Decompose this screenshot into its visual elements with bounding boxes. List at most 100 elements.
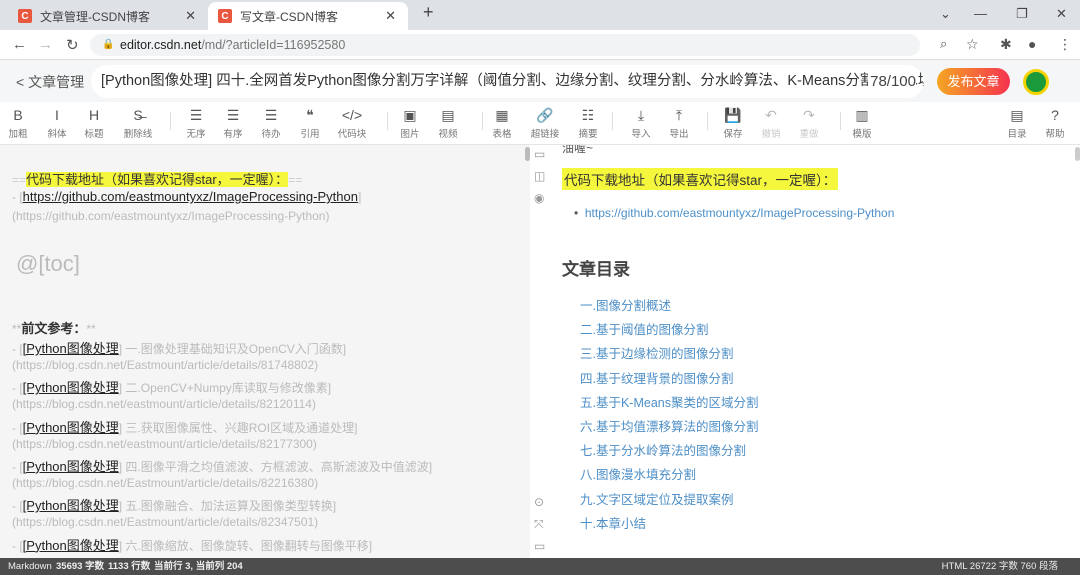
ref-title: ] 二.OpenCV+Numpy库读取与修改像素]: [118, 381, 332, 396]
toc-toggle-icon[interactable]: ▭: [534, 539, 545, 553]
toolbar-label: 无序: [186, 129, 206, 140]
toc-item[interactable]: 八.图像漫水填充分割: [580, 464, 696, 483]
ref-tag[interactable]: [Python图像处理: [23, 341, 119, 356]
reload-icon[interactable]: ↻: [66, 36, 79, 54]
toolbar-button-19[interactable]: ▥ 模版: [842, 106, 882, 140]
toolbar-label: 保存: [723, 129, 743, 140]
toc-item[interactable]: 三.基于边缘检测的图像分割: [580, 343, 733, 362]
github-link-text[interactable]: https://github.com/eastmountyxz/ImagePro…: [23, 189, 358, 204]
toolbar-button-14[interactable]: ⤓ 导入: [621, 106, 661, 140]
extensions-icon[interactable]: ✱: [1000, 36, 1012, 53]
close-tab-icon[interactable]: ✕: [185, 8, 196, 24]
split-view-icon[interactable]: ◫: [534, 169, 545, 183]
toolbar-button-0[interactable]: B 加粗: [0, 106, 38, 140]
toolbar-icon: ☰: [264, 107, 278, 123]
fullscreen-icon[interactable]: ⤧: [534, 517, 544, 532]
status-cursor: 当前行 3, 当前列 204: [154, 561, 243, 572]
tab-title: 写文章-CSDN博客: [240, 9, 338, 24]
maximize-icon[interactable]: ❐: [1016, 6, 1028, 22]
toolbar-button-7[interactable]: ❝ 引用: [290, 106, 330, 140]
toolbar-label: 撤销: [761, 129, 781, 140]
browser-tab-bar: C 文章管理-CSDN博客 ✕ C 写文章-CSDN博客 ✕ + ⌄ — ❐ ✕: [0, 0, 1080, 30]
ref-line: - [[Python图像处理] 二.OpenCV+Numpy库读取与修改像素]: [12, 380, 332, 396]
preview-github-link[interactable]: https://github.com/eastmountyxz/ImagePro…: [585, 206, 895, 220]
toolbar-label: 超链接: [530, 129, 560, 140]
toolbar-icon: ▤: [1010, 107, 1024, 123]
toolbar-button-2[interactable]: H 标题: [74, 106, 114, 140]
toolbar-button-21[interactable]: ? 帮助: [1035, 106, 1075, 140]
toolbar-button-4[interactable]: ☰ 无序: [176, 106, 216, 140]
toolbar-button-17[interactable]: ↶ 撤销: [751, 106, 791, 140]
ref-tag[interactable]: [Python图像处理: [23, 538, 119, 553]
tab-write-article[interactable]: C 写文章-CSDN博客 ✕: [208, 2, 408, 30]
toc-item[interactable]: 五.基于K-Means聚类的区域分割: [580, 392, 759, 411]
toc-item[interactable]: 九.文字区域定位及提取案例: [580, 489, 733, 508]
toolbar-button-12[interactable]: 🔗 超链接: [525, 106, 565, 140]
ref-line: - [[Python图像处理] 六.图像缩放、图像旋转、图像翻转与图像平移]: [12, 537, 373, 553]
toc-title: 文章目录: [562, 260, 630, 279]
ref-url: (https://blog.csdn.net/eastmount/article…: [12, 397, 316, 412]
ref-tag[interactable]: [Python图像处理: [23, 380, 119, 395]
ref-tag[interactable]: [Python图像处理: [23, 459, 119, 474]
toolbar-icon: 🔗: [536, 107, 554, 123]
toolbar-button-3[interactable]: S̶ 删除线: [118, 106, 158, 140]
toolbar-icon: ❝: [306, 107, 314, 123]
tab-article-management[interactable]: C 文章管理-CSDN博客 ✕: [8, 2, 208, 30]
status-chars: 35693 字数: [56, 561, 105, 572]
toolbar-button-11[interactable]: ▦ 表格: [482, 106, 522, 140]
toolbar-button-1[interactable]: I 斜体: [37, 106, 77, 140]
preview-only-icon[interactable]: ◉: [534, 191, 544, 205]
toolbar-divider: [840, 112, 841, 130]
toolbar-button-8[interactable]: </> 代码块: [332, 106, 372, 140]
publish-button[interactable]: 发布文章: [937, 68, 1010, 95]
toolbar-button-13[interactable]: ☷ 摘要: [568, 106, 608, 140]
toc-item[interactable]: 十.本章小结: [580, 513, 646, 532]
close-tab-icon[interactable]: ✕: [385, 8, 396, 24]
ref-url: (https://blog.csdn.net/Eastmount/article…: [12, 475, 319, 490]
editor-header: < 文章管理 [Python图像处理] 四十.全网首发Python图像分割万字详…: [0, 60, 1080, 102]
toc-marker: @[toc]: [16, 251, 80, 276]
article-title-input[interactable]: [Python图像处理] 四十.全网首发Python图像分割万字详解（阈值分割、…: [91, 65, 924, 98]
tab-search-icon[interactable]: ⌄: [940, 6, 951, 22]
menu-icon[interactable]: ⋮: [1058, 36, 1072, 53]
close-window-icon[interactable]: ✕: [1056, 6, 1067, 22]
forward-icon[interactable]: →: [38, 36, 53, 53]
avatar[interactable]: [1023, 69, 1049, 95]
toc-item[interactable]: 一.图像分割概述: [580, 295, 671, 314]
toolbar-button-5[interactable]: ☰ 有序: [213, 106, 253, 140]
new-tab-button[interactable]: +: [423, 2, 434, 23]
markdown-editor[interactable]: ==代码下载地址（如果喜欢记得star，一定喔）：== - [https://g…: [0, 145, 530, 558]
partial-text: 油喔~: [562, 145, 594, 155]
ref-tag[interactable]: [Python图像处理: [23, 498, 119, 513]
editor-only-icon[interactable]: ▭: [534, 147, 545, 161]
ref-url: (https://blog.csdn.net/eastmount/article…: [12, 436, 317, 451]
toolbar-icon: ↶: [765, 107, 777, 123]
toc-item[interactable]: 二.基于阈值的图像分割: [580, 319, 708, 338]
ref-tag[interactable]: [Python图像处理: [23, 420, 119, 435]
toolbar-button-18[interactable]: ↷ 重做: [789, 106, 829, 140]
toolbar-label: 表格: [492, 129, 512, 140]
toolbar-icon: ☰: [189, 107, 203, 123]
back-to-article-management[interactable]: < 文章管理: [16, 72, 84, 92]
toolbar-button-16[interactable]: 💾 保存: [713, 106, 753, 140]
bookmark-star-icon[interactable]: ☆: [966, 36, 979, 53]
profile-icon[interactable]: ●: [1028, 36, 1036, 52]
toolbar-label: 待办: [261, 129, 281, 140]
url-input[interactable]: 🔒 editor.csdn.net/md/?articleId=116952580: [90, 34, 920, 56]
zoom-icon[interactable]: ⌕: [940, 36, 947, 52]
preview-scrollbar[interactable]: [1075, 147, 1080, 161]
toolbar-button-10[interactable]: ▤ 视频: [428, 106, 468, 140]
sync-scroll-icon[interactable]: ⊙: [534, 495, 544, 509]
toc-item[interactable]: 四.基于纹理背景的图像分割: [580, 368, 733, 387]
minimize-icon[interactable]: —: [974, 6, 987, 21]
toolbar-button-20[interactable]: ▤ 目录: [997, 106, 1037, 140]
toolbar-button-15[interactable]: ⤒ 导出: [659, 106, 699, 140]
back-icon[interactable]: ←: [12, 36, 27, 53]
toc-item[interactable]: 七.基于分水岭算法的图像分割: [580, 440, 746, 459]
toolbar-label: 导出: [669, 129, 689, 140]
ref-title: ] 四.图像平滑之均值滤波、方框滤波、高斯滤波及中值滤波]: [118, 459, 433, 474]
toolbar-divider: [170, 112, 171, 130]
toc-item[interactable]: 六.基于均值漂移算法的图像分割: [580, 416, 758, 435]
toolbar-button-6[interactable]: ☰ 待办: [251, 106, 291, 140]
toolbar-button-9[interactable]: ▣ 图片: [390, 106, 430, 140]
